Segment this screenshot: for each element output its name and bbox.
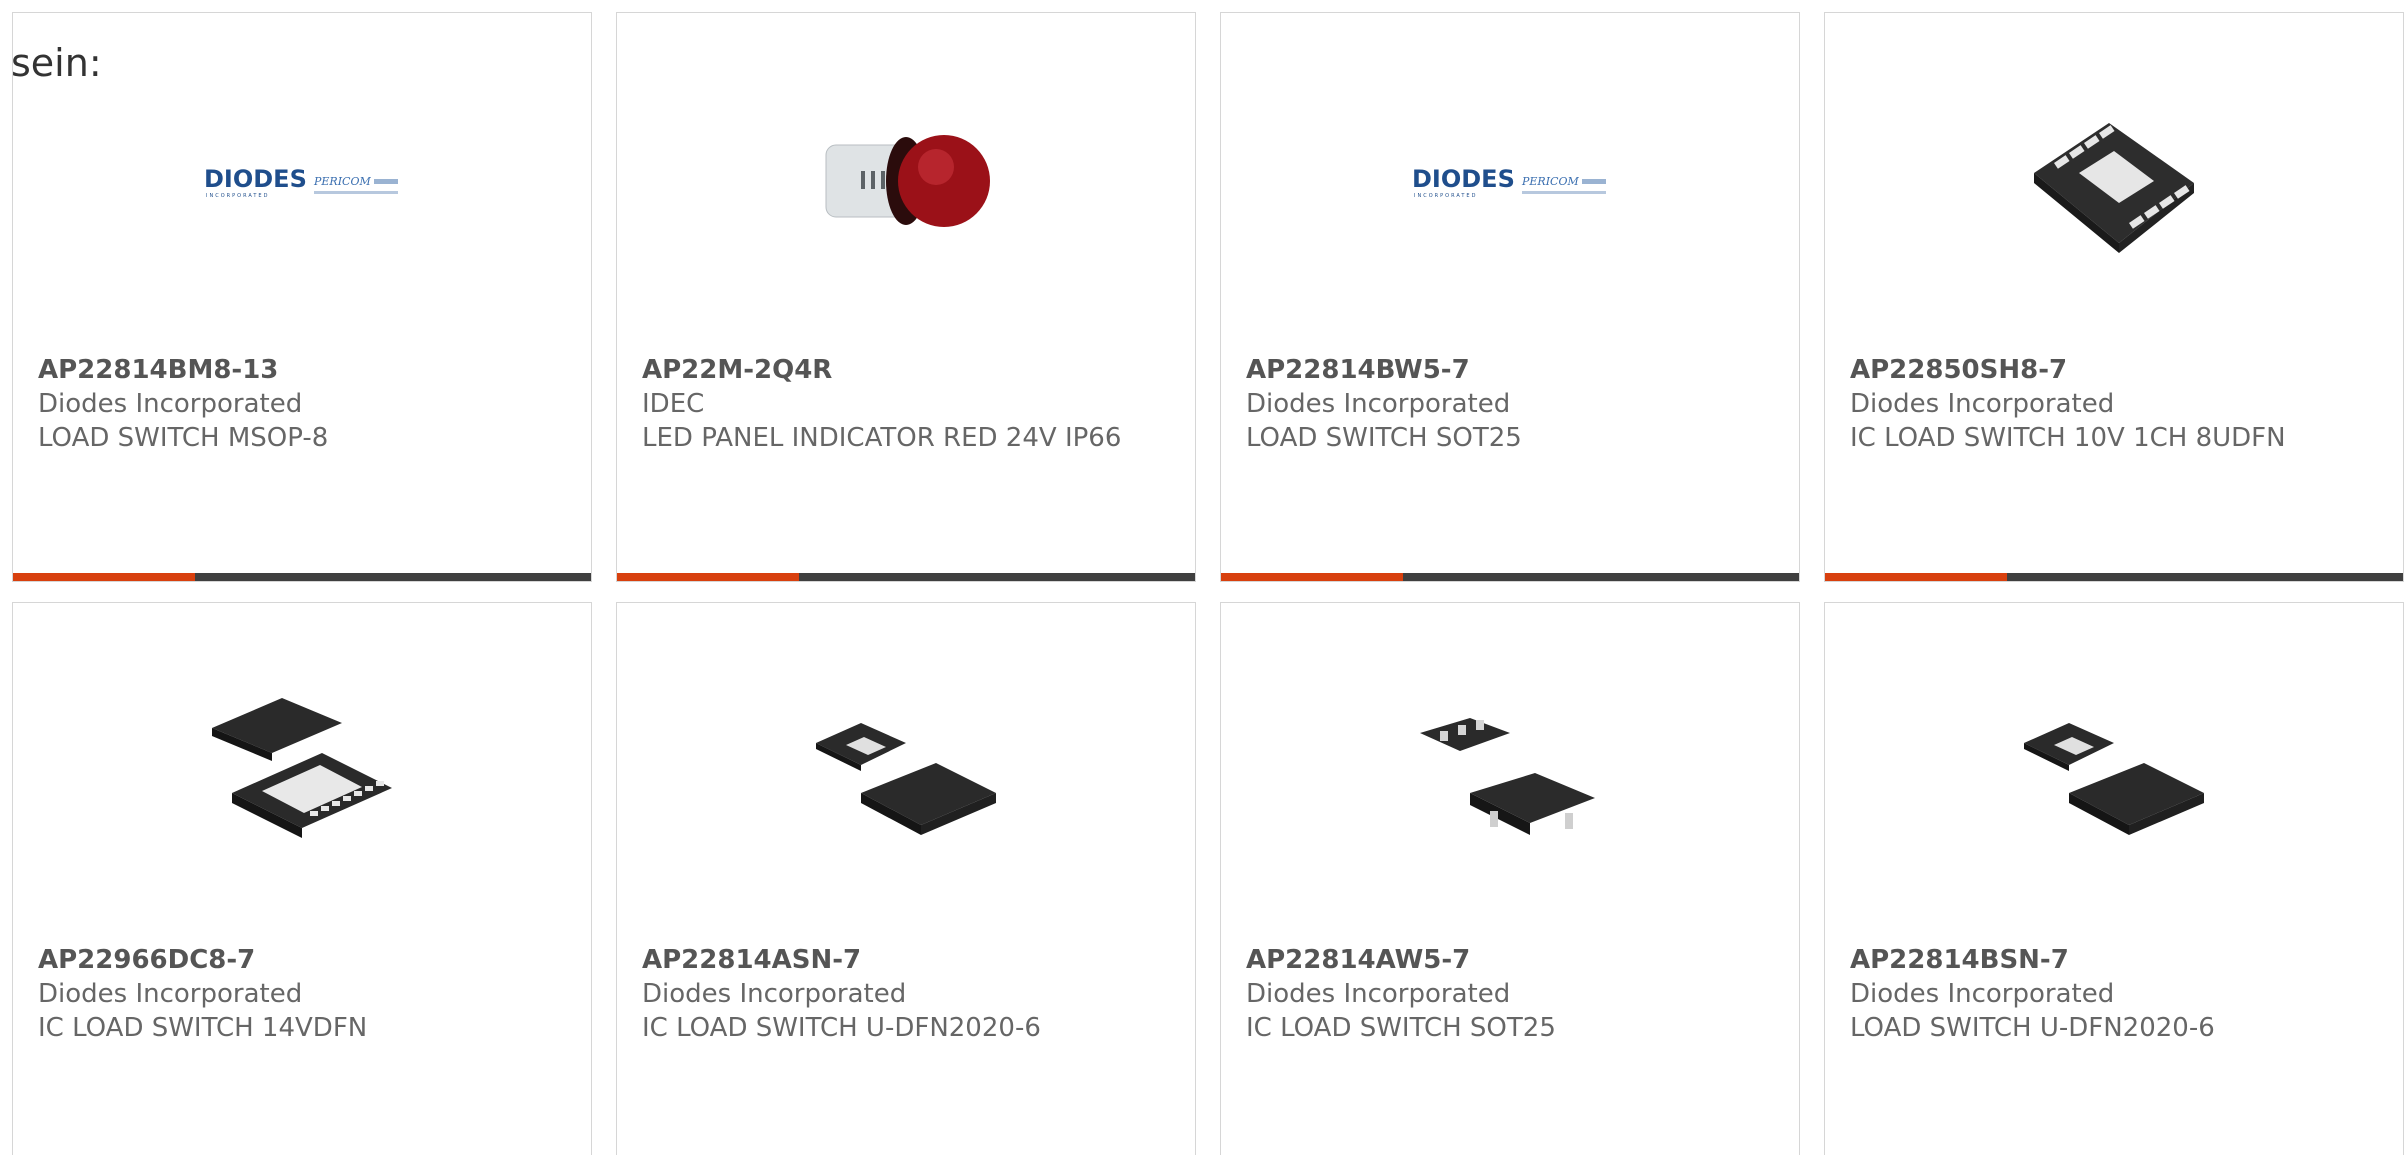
svg-text:INCORPORATED: INCORPORATED (1414, 193, 1477, 199)
product-card[interactable]: DIODES INCORPORATED PERICOM AP22814BW5-7 D… (1220, 12, 1800, 582)
description: LOAD SWITCH MSOP-8 (38, 423, 329, 453)
part-number[interactable]: AP22814ASN-7 (642, 943, 1170, 977)
product-card[interactable]: AP22966DC8-7 Diodes Incorporated IC LOAD… (12, 602, 592, 1155)
svg-text:PERICOM: PERICOM (1521, 175, 1579, 188)
svg-text:DIODES: DIODES (1412, 165, 1515, 193)
manufacturer: Diodes Incorporated (1850, 979, 2115, 1009)
description: IC LOAD SWITCH U-DFN2020-6 (642, 1013, 1041, 1043)
product-card[interactable]: AP22814AW5-7 Diodes Incorporated IC LOAD… (1220, 602, 1800, 1155)
card-bottom-bar (13, 573, 591, 581)
description: LOAD SWITCH SOT25 (1246, 423, 1522, 453)
part-number[interactable]: AP22814AW5-7 (1246, 943, 1774, 977)
card-accent-stripe (1221, 573, 1403, 581)
product-image[interactable] (1410, 673, 1610, 873)
product-grid: DIODES INCORPORATED PERICOM AP22814BM8-13 … (12, 12, 2404, 1155)
card-accent-stripe (617, 573, 799, 581)
manufacturer: Diodes Incorporated (1246, 389, 1511, 419)
svg-text:INCORPORATED: INCORPORATED (206, 193, 269, 199)
manufacturer: Diodes Incorporated (1850, 389, 2115, 419)
part-number[interactable]: AP22M-2Q4R (642, 353, 1170, 387)
truncated-heading-text: sein: (11, 41, 102, 85)
product-card[interactable]: AP22814ASN-7 Diodes Incorporated IC LOAD… (616, 602, 1196, 1155)
product-card[interactable]: AP22850SH8-7 Diodes Incorporated IC LOAD… (1824, 12, 2404, 582)
svg-text:DIODES: DIODES (204, 165, 307, 193)
card-bottom-bar (617, 573, 1195, 581)
manufacturer: Diodes Incorporated (38, 979, 303, 1009)
part-number[interactable]: AP22850SH8-7 (1850, 353, 2378, 387)
manufacturer: Diodes Incorporated (642, 979, 907, 1009)
card-bottom-bar (1221, 573, 1799, 581)
part-number[interactable]: AP22814BM8-13 (38, 353, 566, 387)
product-card[interactable]: DIODES INCORPORATED PERICOM AP22814BM8-13 … (12, 12, 592, 582)
card-accent-stripe (13, 573, 195, 581)
card-bottom-bar (1825, 573, 2403, 581)
description: IC LOAD SWITCH 14VDFN (38, 1013, 368, 1043)
product-image[interactable]: DIODES INCORPORATED PERICOM (1410, 83, 1610, 283)
product-image[interactable] (806, 83, 1006, 283)
product-card[interactable]: AP22814BSN-7 Diodes Incorporated LOAD SW… (1824, 602, 2404, 1155)
product-card[interactable]: AP22M-2Q4R IDEC LED PANEL INDICATOR RED … (616, 12, 1196, 582)
product-image[interactable] (2014, 673, 2214, 873)
part-number[interactable]: AP22814BW5-7 (1246, 353, 1774, 387)
part-number[interactable]: AP22966DC8-7 (38, 943, 566, 977)
card-accent-stripe (1825, 573, 2007, 581)
manufacturer: IDEC (642, 389, 705, 419)
svg-text:PERICOM: PERICOM (313, 175, 371, 188)
part-number[interactable]: AP22814BSN-7 (1850, 943, 2378, 977)
product-grid-page: sein: DIODES INCORPORATED PERICOM AP22814B… (0, 0, 2405, 1155)
description: IC LOAD SWITCH 10V 1CH 8UDFN (1850, 423, 2286, 453)
product-image[interactable] (202, 673, 402, 873)
description: IC LOAD SWITCH SOT25 (1246, 1013, 1556, 1043)
manufacturer: Diodes Incorporated (38, 389, 303, 419)
product-image[interactable]: DIODES INCORPORATED PERICOM (202, 83, 402, 283)
product-image[interactable] (806, 673, 1006, 873)
manufacturer: Diodes Incorporated (1246, 979, 1511, 1009)
description: LOAD SWITCH U-DFN2020-6 (1850, 1013, 2215, 1043)
product-image[interactable] (2014, 83, 2214, 283)
description: LED PANEL INDICATOR RED 24V IP66 (642, 423, 1122, 453)
